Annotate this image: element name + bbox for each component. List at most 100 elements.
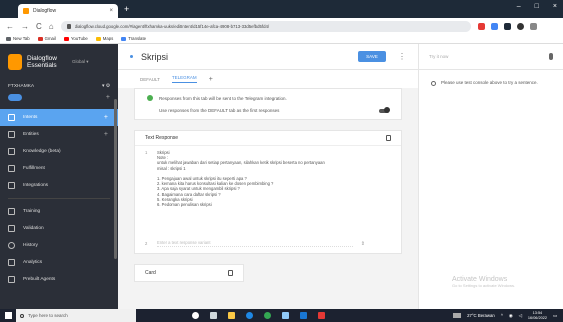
bookmark-maps[interactable]: Maps: [95, 36, 114, 41]
taskbar-search[interactable]: Type here to search: [16, 309, 136, 322]
trash-icon[interactable]: [386, 135, 391, 141]
sidebar-item-knowledge[interactable]: Knowledge (beta): [0, 143, 118, 160]
volume-icon[interactable]: ◁: [519, 313, 522, 319]
menu-icon[interactable]: [529, 22, 537, 30]
response-line-number: 2: [145, 241, 148, 246]
mail-icon[interactable]: [300, 312, 307, 319]
activate-windows-watermark: Activate Windows Go to Settings to activ…: [452, 276, 515, 288]
close-tab-icon[interactable]: ×: [109, 8, 113, 14]
weather-icon: [453, 313, 462, 318]
cortana-icon[interactable]: [192, 312, 199, 319]
maps-icon: [95, 36, 101, 41]
more-options-icon[interactable]: ⋮: [398, 52, 406, 61]
bookmark-new-tab[interactable]: New Tab: [6, 36, 30, 41]
sidebar-divider: [8, 198, 110, 199]
bookmark-translate[interactable]: Translate: [121, 36, 146, 41]
agent-name: FTXHAMKA: [8, 84, 35, 89]
apps-icon: [6, 36, 11, 41]
lock-icon: [66, 23, 71, 29]
microphone-icon[interactable]: [549, 53, 553, 60]
address-bar[interactable]: dialogflow.cloud.google.com/#/agent/ftxh…: [60, 20, 471, 32]
response-line-number: 1: [145, 150, 148, 155]
chrome-icon[interactable]: [264, 312, 271, 319]
response-tabs: DEFAULT TELEGRAM +: [118, 70, 418, 88]
minimize-button[interactable]: –: [517, 3, 521, 10]
tab-default[interactable]: DEFAULT: [140, 77, 160, 82]
bookmark-gmail[interactable]: Gmail: [37, 36, 56, 41]
forward-button[interactable]: →: [21, 22, 29, 31]
scroll-icon[interactable]: ⇕: [361, 241, 365, 247]
reload-button[interactable]: C: [36, 22, 42, 31]
sidebar-item-analytics[interactable]: Analytics: [0, 254, 118, 271]
sidebar-item-training[interactable]: Training: [0, 203, 118, 220]
add-language-plus-icon[interactable]: +: [106, 94, 110, 101]
bookmarks-bar: New Tab Gmail YouTube Maps Translate: [0, 34, 563, 44]
test-console: Try it now Please use test console above…: [418, 44, 563, 309]
puzzle-icon[interactable]: [490, 22, 498, 30]
entity-icon: [8, 131, 15, 138]
sidebar-item-history[interactable]: History: [0, 237, 118, 254]
text-response-title: Text Response: [145, 135, 179, 141]
agent-settings-gear-icon[interactable]: ▾ ⚙: [102, 84, 110, 89]
home-button[interactable]: ⌂: [49, 22, 54, 31]
brand[interactable]: Dialogflow Essentials Global ▾: [0, 44, 118, 70]
bookmark-youtube[interactable]: YouTube: [63, 36, 88, 41]
add-entity-plus-icon[interactable]: +: [104, 131, 108, 138]
notifications-icon[interactable]: ▭: [553, 313, 557, 319]
network-icon[interactable]: ◉: [509, 313, 513, 319]
dialogflow-logo-icon: [8, 54, 22, 70]
add-intent-plus-icon[interactable]: +: [104, 114, 108, 121]
try-it-row[interactable]: Try it now: [419, 44, 563, 70]
weather-text[interactable]: 27°C Berawan: [467, 313, 495, 318]
sidebar-scrollbar[interactable]: [114, 99, 117, 259]
brand-line2: Essentials: [27, 62, 57, 69]
try-input[interactable]: Try it now: [429, 54, 448, 59]
sidebar-item-label: Fulfillment: [23, 166, 45, 171]
response-text-1[interactable]: Skripsi Note : untuk melihat jawaban dar…: [157, 150, 325, 207]
url-text[interactable]: dialogflow.cloud.google.com/#/agent/ftxh…: [75, 24, 465, 29]
profile-icon[interactable]: [516, 22, 524, 30]
bookmark-label: Translate: [128, 36, 147, 41]
sidebar-item-fulfillment[interactable]: Fulfillment: [0, 160, 118, 177]
agent-selector[interactable]: FTXHAMKA ▾ ⚙: [0, 84, 118, 89]
sidebar-item-label: Analytics: [23, 260, 43, 265]
browser-toolbar: ← → C ⌂ dialogflow.cloud.google.com/#/ag…: [0, 18, 563, 34]
chart-icon: [8, 259, 15, 266]
add-platform-plus-icon[interactable]: +: [209, 76, 213, 83]
sidebar-item-intents[interactable]: Intents +: [0, 109, 118, 126]
tray-chevron-icon[interactable]: ^: [501, 313, 503, 318]
file-explorer-icon[interactable]: [228, 312, 235, 319]
extension-icon[interactable]: [477, 22, 485, 30]
store-icon[interactable]: [282, 312, 289, 319]
response-input-2[interactable]: Enter a text response variant: [157, 240, 353, 247]
app-icon[interactable]: [318, 312, 325, 319]
task-view-icon[interactable]: [210, 312, 217, 319]
sidebar-item-label: History: [23, 243, 38, 248]
new-tab-button[interactable]: +: [124, 5, 129, 14]
sidebar-item-integrations[interactable]: Integrations: [0, 177, 118, 194]
bookmark-label: Maps: [102, 36, 114, 41]
sidebar-item-validation[interactable]: Validation: [0, 220, 118, 237]
text-response-card: Text Response 1 Skripsi Note : untuk mel…: [134, 130, 402, 254]
save-button[interactable]: SAVE: [358, 51, 386, 62]
watermark-subtitle: Go to Settings to activate Windows.: [452, 283, 516, 288]
start-button[interactable]: [0, 309, 16, 322]
intent-name[interactable]: Skripsi: [141, 52, 358, 62]
sidebar-item-label: Prebuilt Agents: [23, 277, 56, 282]
console-hint: Please use test console above to try a s…: [419, 70, 563, 86]
browser-tab[interactable]: Dialogflow ×: [18, 4, 118, 18]
clock[interactable]: 13:54 16/06/2022: [528, 311, 547, 320]
dialogflow-sidebar: Dialogflow Essentials Global ▾ FTXHAMKA …: [0, 44, 118, 309]
sidebar-item-prebuilt-agents[interactable]: Prebuilt Agents: [0, 271, 118, 288]
back-button[interactable]: ←: [6, 22, 14, 31]
language-chip[interactable]: [8, 94, 22, 101]
maximize-button[interactable]: □: [535, 3, 539, 10]
use-default-toggle[interactable]: [379, 107, 390, 113]
trash-icon[interactable]: [228, 270, 233, 276]
close-window-button[interactable]: ×: [553, 3, 557, 10]
sidebar-item-entities[interactable]: Entities +: [0, 126, 118, 143]
tab-telegram[interactable]: TELEGRAM: [171, 75, 197, 83]
edge-icon[interactable]: [246, 312, 253, 319]
region-selector[interactable]: Global ▾: [72, 59, 89, 65]
playlist-icon[interactable]: [503, 22, 511, 30]
